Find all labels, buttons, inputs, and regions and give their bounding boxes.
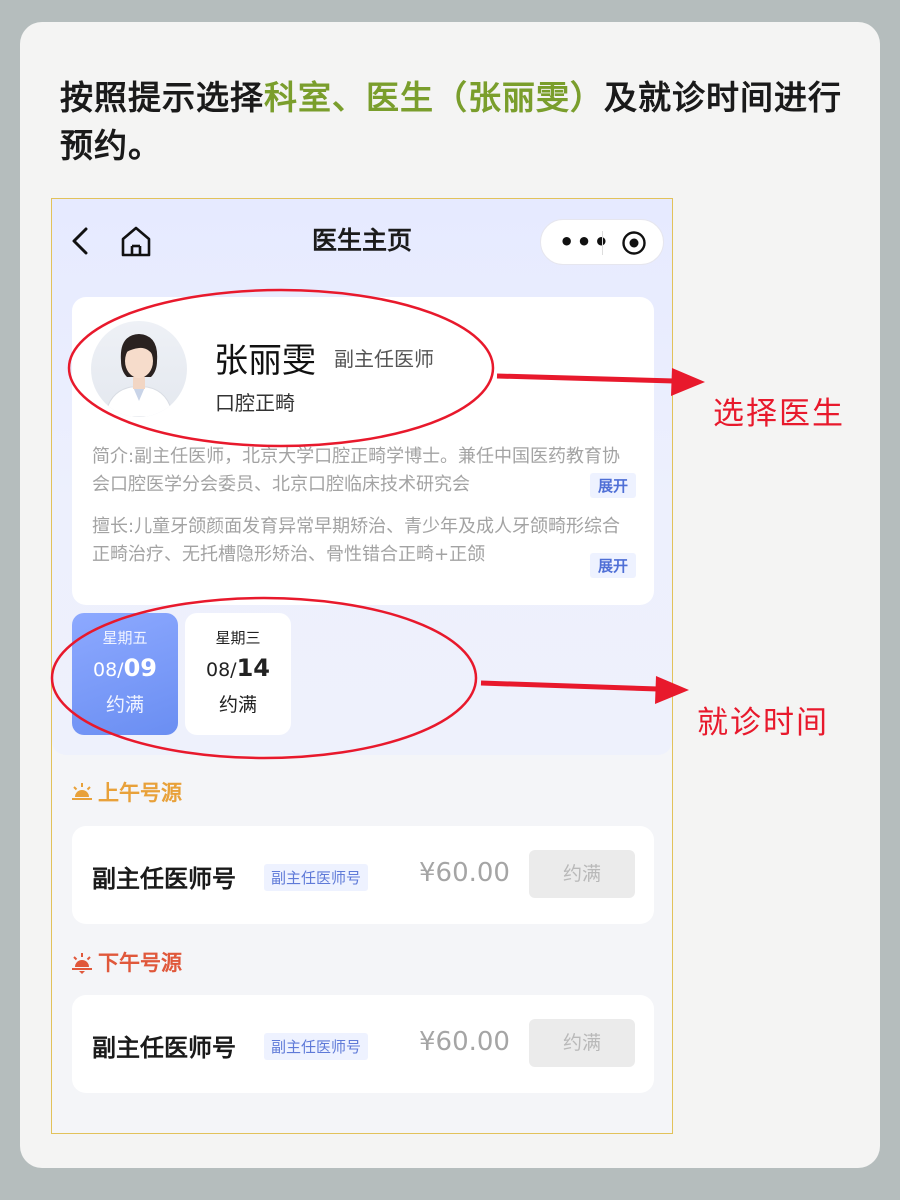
mini-program-capsule: •••	[540, 219, 664, 265]
slot-name: 副主任医师号	[92, 865, 236, 893]
date-value: 08/09	[72, 654, 178, 682]
date-weekday: 星期三	[215, 629, 261, 647]
am-book-button[interactable]: 约满	[529, 850, 635, 898]
avatar-portrait-icon	[104, 334, 174, 417]
pm-session-label: 下午号源	[70, 947, 182, 977]
date-status: 约满	[218, 694, 257, 716]
doctor-department: 口腔正畸	[215, 391, 295, 415]
am-slot-card: 副主任医师号 副主任医师号 ¥60.00 约满	[72, 826, 654, 924]
annotation-select-doctor: 选择医生	[713, 396, 845, 432]
instruction-highlight: 科室、医生（张丽雯）	[264, 78, 604, 117]
instruction-part1: 按照提示选择	[60, 78, 264, 117]
pm-slot-card: 副主任医师号 副主任医师号 ¥60.00 约满	[72, 995, 654, 1093]
pm-book-button[interactable]: 约满	[529, 1019, 635, 1067]
date-day: 14	[236, 654, 270, 682]
date-month: 08/	[93, 659, 124, 681]
capsule-divider	[602, 231, 603, 255]
slot-price: ¥60.00	[419, 858, 510, 888]
slot-price: ¥60.00	[419, 1027, 510, 1057]
slot-name: 副主任医师号	[92, 1034, 236, 1062]
annotation-visit-time: 就诊时间	[697, 705, 829, 741]
date-day: 09	[123, 654, 157, 682]
date-option-0809[interactable]: 星期五 08/09 约满	[72, 613, 178, 735]
specialty-expand-button[interactable]: 展开	[589, 553, 636, 578]
am-session-label: 上午号源	[70, 777, 182, 807]
doctor-title: 副主任医师	[334, 347, 434, 371]
doctor-avatar	[91, 321, 187, 417]
date-weekday: 星期五	[102, 629, 148, 647]
date-status: 约满	[105, 694, 144, 716]
doctor-intro: 简介:副主任医师，北京大学口腔正畸学博士。兼任中国医药教育协会口腔医学分会委员、…	[92, 446, 621, 495]
doctor-card: 张丽雯 副主任医师 口腔正畸 简介:副主任医师，北京大学口腔正畸学博士。兼任中国…	[72, 297, 654, 605]
sunrise-icon	[72, 783, 92, 800]
more-icon[interactable]: •••	[559, 230, 611, 254]
date-option-0814[interactable]: 星期三 08/14 约满	[185, 613, 291, 735]
slot-tag: 副主任医师号	[264, 864, 369, 891]
doctor-name: 张丽雯	[214, 341, 316, 381]
intro-expand-button[interactable]: 展开	[589, 473, 636, 498]
am-label-text: 上午号源	[98, 781, 182, 805]
target-icon[interactable]	[621, 230, 647, 256]
slot-tag: 副主任医师号	[264, 1033, 369, 1060]
sunset-icon	[72, 953, 92, 974]
doctor-specialty: 擅长:儿童牙颌颜面发育异常早期矫治、青少年及成人牙颌畸形综合正畸治疗、无托槽隐形…	[92, 516, 621, 565]
phone-screenshot: 医生主页 ••• 张丽雯 副主任医师 口腔正畸 简介:副主任医师，北京大学口腔正…	[51, 198, 673, 1134]
pm-label-text: 下午号源	[98, 951, 182, 975]
date-month: 08/	[206, 659, 237, 681]
instruction-text: 按照提示选择科室、医生（张丽雯）及就诊时间进行预约。	[60, 74, 860, 170]
date-value: 08/14	[185, 654, 291, 682]
